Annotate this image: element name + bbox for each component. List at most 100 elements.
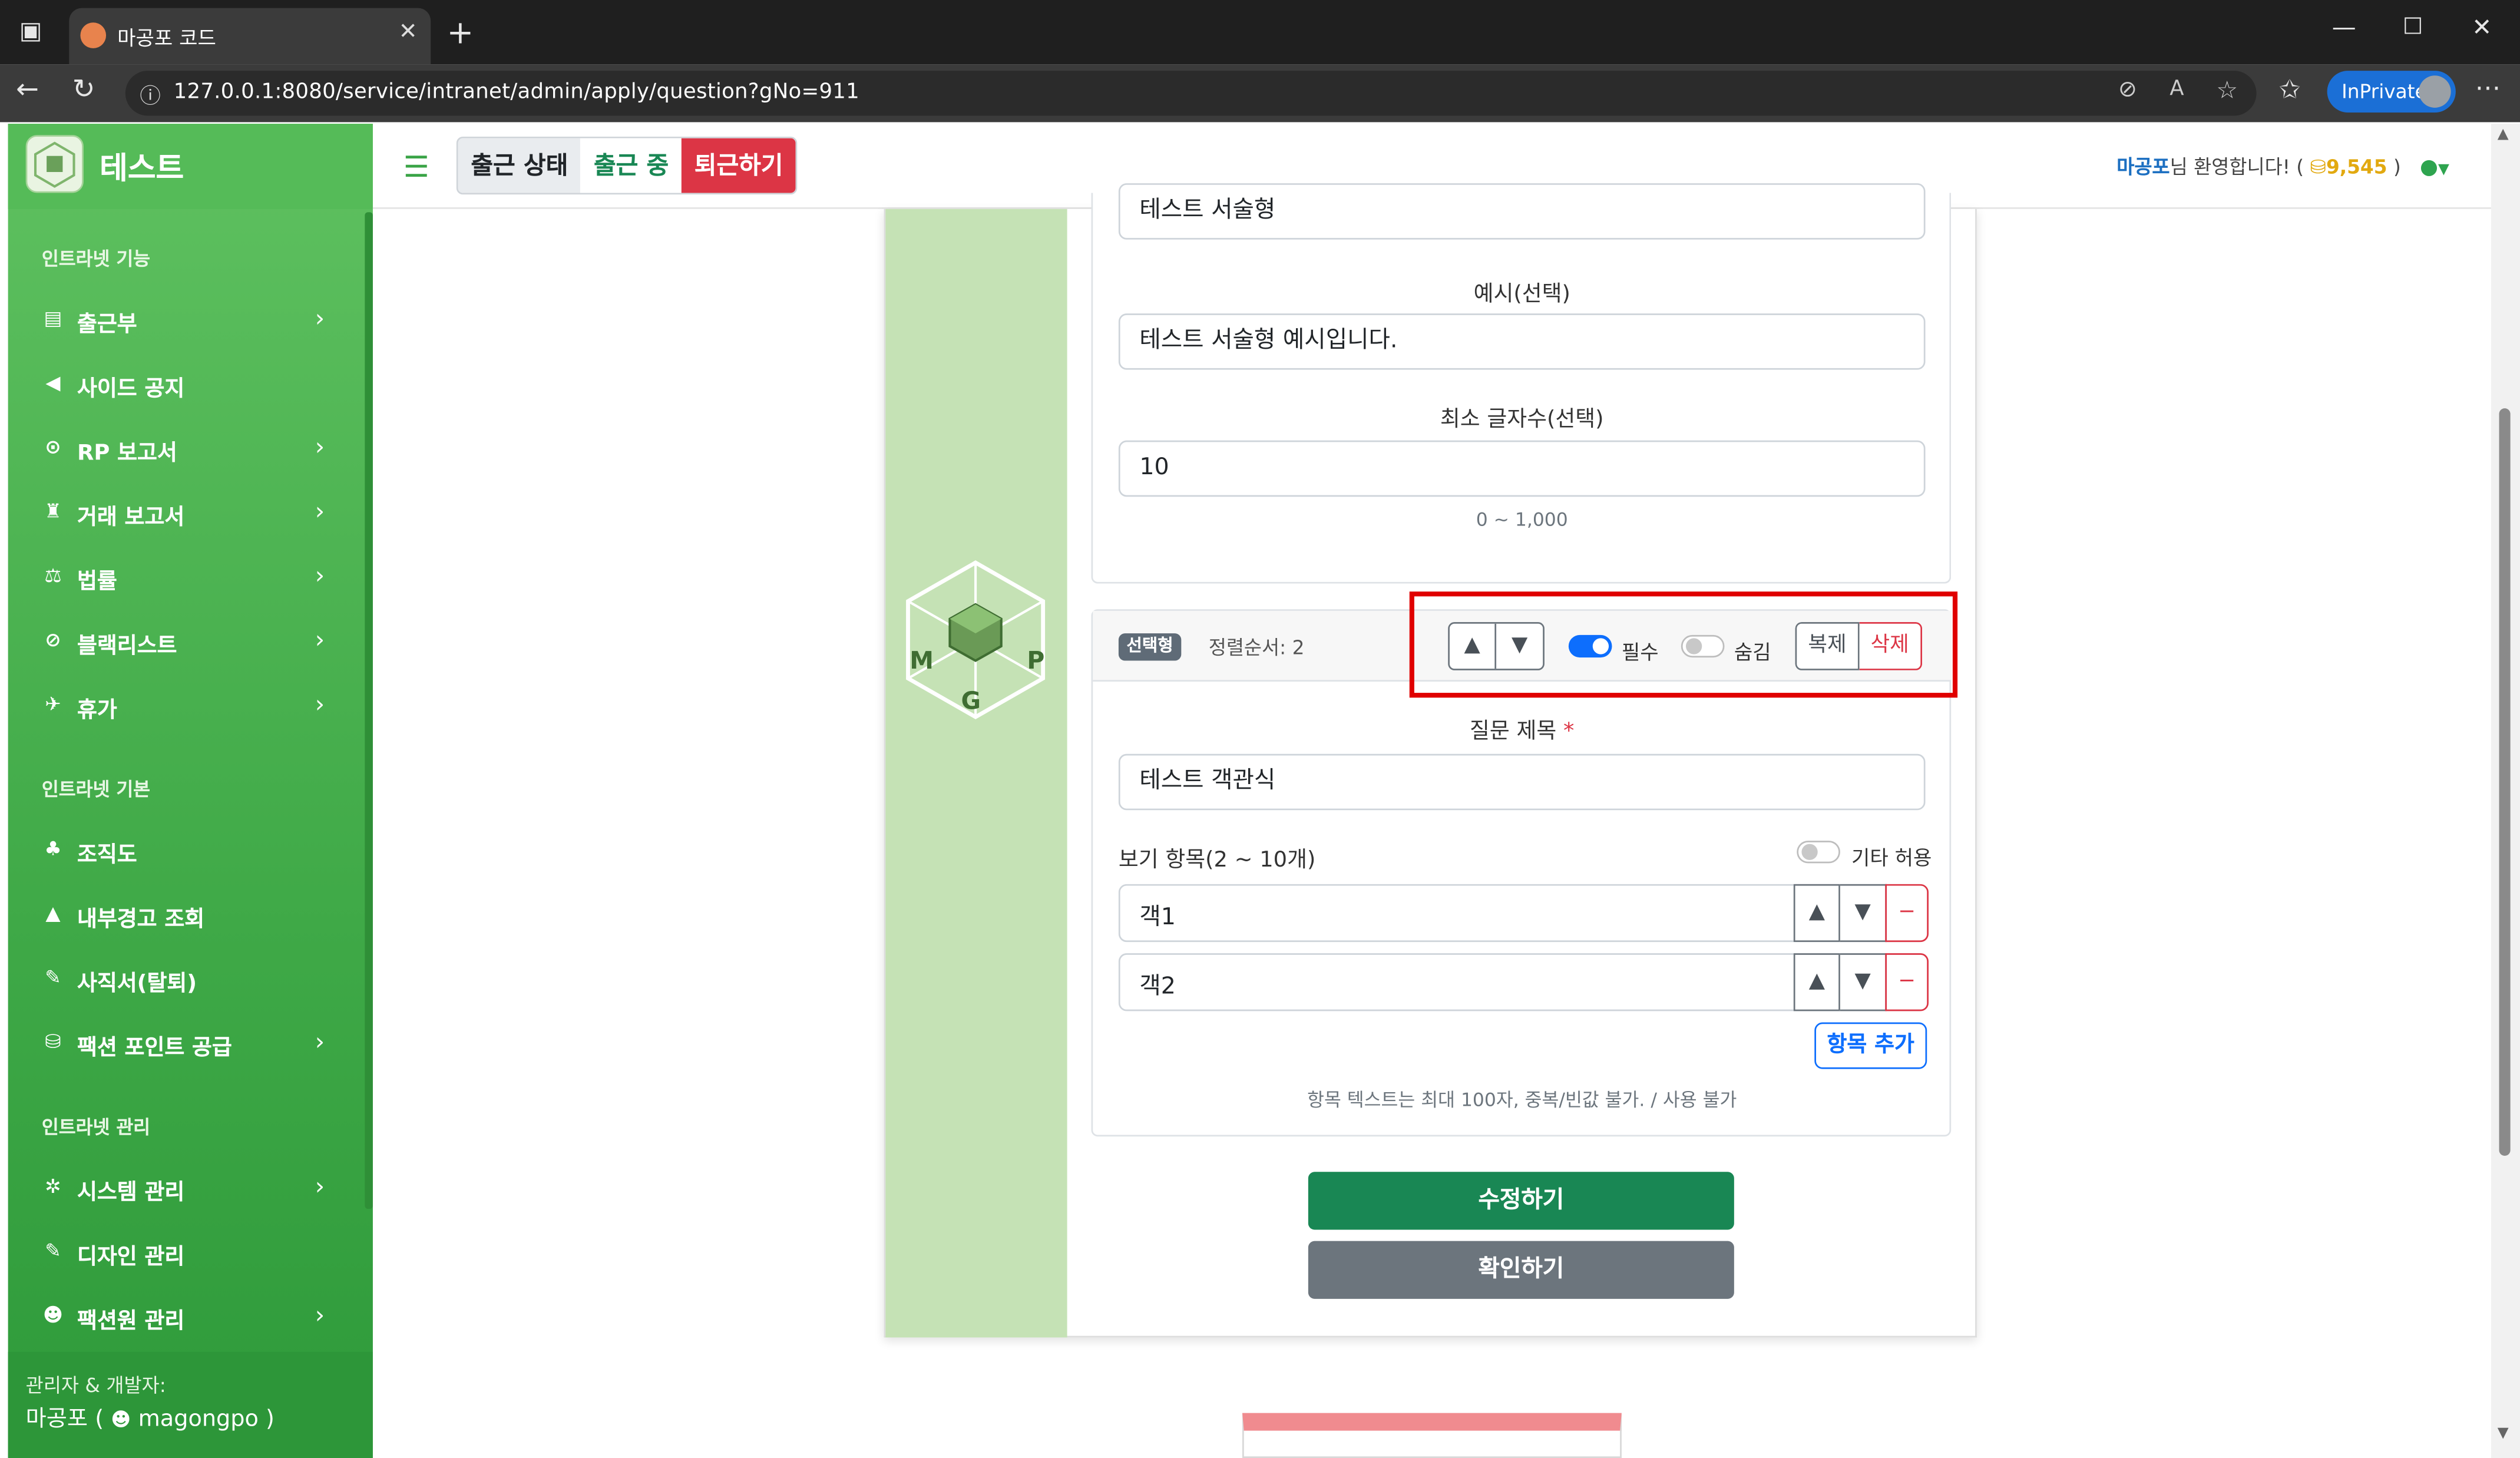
browser-tab[interactable]: 마공포 코드 ✕ (69, 8, 431, 65)
inprivate-badge[interactable]: InPrivate (2327, 71, 2456, 113)
discord-icon: ☻ (111, 1408, 131, 1431)
svg-text:P: P (1027, 646, 1044, 675)
brand-logo (25, 135, 84, 193)
reload-icon[interactable]: ↻ (72, 74, 95, 107)
toggle-icon: ⊙ (45, 435, 61, 458)
sidebar-item[interactable]: ✎ 사직서(탈퇴) (42, 958, 331, 1003)
footer-discord[interactable]: magongpo ) (138, 1407, 275, 1433)
option-text-1[interactable]: 객1 (1139, 898, 1176, 932)
sidebar-brand[interactable]: 테스트 (8, 124, 373, 209)
sidebar-item[interactable]: ♜ 거래 보고서 › (42, 492, 331, 537)
user-icon[interactable]: ● (2420, 156, 2438, 180)
tab-title: 마공포 코드 (117, 25, 216, 50)
option-2-remove-button[interactable]: − (1885, 953, 1929, 1011)
new-tab-icon[interactable]: + (447, 13, 474, 51)
chevron-right-icon: › (315, 689, 325, 719)
confirm-button[interactable]: 확인하기 (1308, 1241, 1734, 1299)
sidebar-item[interactable]: ◀ 사이드 공지 (42, 363, 331, 408)
brand-name: 테스트 (100, 151, 184, 187)
sidebar-item[interactable]: ⛁ 팩션 포인트 공급 › (42, 1023, 331, 1067)
sidebar-item-label: 내부경고 조회 (77, 907, 205, 933)
org-chart-icon: ♣ (44, 837, 62, 860)
brand-logo-icon (34, 141, 75, 188)
sidebar-item[interactable]: ▲ 내부경고 조회 (42, 894, 331, 938)
option-2-up-button[interactable]: ▲ (1793, 953, 1840, 1011)
book-icon: ▤ (44, 307, 62, 330)
chevron-right-icon: › (315, 561, 325, 590)
sidebar-item[interactable]: ✲ 시스템 관리 › (42, 1167, 331, 1212)
sidebar-item[interactable]: ▤ 출근부 › (42, 299, 331, 344)
sidebar-item-label: 조직도 (77, 842, 137, 868)
maximize-icon[interactable]: ☐ (2403, 15, 2423, 41)
bag-icon: ♜ (44, 500, 62, 523)
question-card: M G P 테스트 서술형 예시(선택) 테스트 서술형 예시입니다. 최소 글… (884, 183, 1977, 1338)
chevron-right-icon: › (315, 1300, 325, 1330)
menu-toggle-icon[interactable]: ☰ (404, 151, 429, 185)
sidebar-scrollbar[interactable] (365, 212, 373, 1209)
read-aloud-icon[interactable]: A (2170, 77, 2184, 101)
welcome-name[interactable]: 마공포 (2116, 156, 2170, 178)
back-icon[interactable]: ← (16, 74, 39, 107)
sidebar-item-label: 출근부 (77, 312, 137, 338)
option-2-down-button[interactable]: ▼ (1840, 953, 1887, 1011)
favorite-star-icon[interactable]: ☆ (2216, 75, 2238, 104)
highlight-box (1409, 591, 1958, 698)
edit-button[interactable]: 수정하기 (1308, 1172, 1734, 1230)
sidebar-item[interactable]: ⚖ 법률 › (42, 556, 331, 601)
browser-address-row: ← ↻ ⓘ 127.0.0.1:8080/service/intranet/ad… (0, 64, 2520, 123)
card-side-panel: M G P (885, 209, 1067, 1338)
min-chars-input[interactable]: 10 (1118, 440, 1926, 497)
coins-icon: ⛁ (45, 1030, 61, 1053)
chevron-right-icon: › (315, 303, 325, 333)
sidebar-item-label: 거래 보고서 (77, 504, 185, 531)
q2-title-label: 질문 제목 * (1093, 712, 1951, 745)
sidebar-item[interactable]: ⊙ RP 보고서 › (42, 428, 331, 472)
more-menu-icon[interactable]: ⋯ (2475, 72, 2501, 103)
option-text-2[interactable]: 객2 (1139, 968, 1176, 1001)
tab-actions-icon[interactable]: ▣ (19, 16, 42, 45)
sidebar-item-label: 시스템 관리 (77, 1179, 185, 1206)
options-label: 보기 항목(2 ~ 10개) (1118, 847, 1316, 873)
browser-tab-bar: ▣ 마공포 코드 ✕ + — ☐ ✕ (0, 0, 2520, 65)
main-content: M G P 테스트 서술형 예시(선택) 테스트 서술형 예시입니다. 최소 글… (372, 183, 2491, 1458)
sidebar-item[interactable]: ⊘ 블랙리스트 › (42, 620, 331, 665)
plane-icon: ✈ (45, 693, 61, 716)
option-1-up-button[interactable]: ▲ (1793, 884, 1840, 943)
next-section-preview (1242, 1413, 1622, 1458)
add-option-button[interactable]: 항목 추가 (1814, 1022, 1927, 1069)
brush-icon: ✎ (45, 1239, 61, 1262)
scroll-up-icon[interactable]: ▲ (2498, 127, 2509, 143)
tab-close-icon[interactable]: ✕ (399, 19, 418, 45)
chevron-right-icon: › (315, 1172, 325, 1201)
example-input[interactable]: 테스트 서술형 예시입니다. (1118, 313, 1926, 370)
section-title-basic: 인트라넷 기본 (41, 778, 151, 801)
window-close-icon[interactable]: ✕ (2472, 13, 2492, 42)
site-info-icon[interactable]: ⓘ (140, 79, 161, 110)
example-label: 예시(선택) (1473, 281, 1570, 308)
sidebar-item[interactable]: ✈ 휴가 › (42, 685, 331, 729)
users-gear-icon: ☻ (42, 1304, 64, 1327)
sidebar-item[interactable]: ☻ 팩션원 관리 › (42, 1295, 331, 1340)
user-dropdown-caret-icon[interactable]: ▼ (2438, 163, 2449, 178)
scroll-down-icon[interactable]: ▼ (2498, 1426, 2509, 1442)
option-1-down-button[interactable]: ▼ (1840, 884, 1887, 943)
q2-title-input[interactable]: 테스트 객관식 (1118, 753, 1926, 811)
other-allow-toggle[interactable] (1797, 841, 1840, 864)
minimize-icon[interactable]: — (2332, 13, 2356, 42)
favorites-icon[interactable]: ✩ (2279, 74, 2301, 105)
scrollbar-thumb[interactable] (2499, 408, 2511, 1156)
sidebar: 테스트 인트라넷 기능 ▤ 출근부 › ◀ 사이드 공지 ⊙ RP 보고서 › ♜ 거래 보고서 ›… (8, 124, 373, 1458)
megaphone-icon: ◀ (45, 371, 61, 394)
url-text: 127.0.0.1:8080/service/intranet/admin/ap… (173, 80, 860, 105)
attendance-status-label: 출근 상태 (458, 138, 581, 193)
sidebar-item[interactable]: ✎ 디자인 관리 (42, 1231, 331, 1276)
address-bar[interactable]: ⓘ 127.0.0.1:8080/service/intranet/admin/… (125, 71, 2257, 116)
page-scrollbar[interactable]: ▲ ▼ (2491, 124, 2520, 1458)
leave-button[interactable]: 퇴근하기 (681, 138, 796, 193)
coins-icon: ⛁ (2310, 156, 2326, 178)
question-type-badge: 선택형 (1118, 633, 1182, 661)
option-1-remove-button[interactable]: − (1885, 884, 1929, 943)
sidebar-item[interactable]: ♣ 조직도 (42, 829, 331, 874)
q1-title-input[interactable]: 테스트 서술형 (1118, 183, 1926, 240)
tracking-prevention-icon[interactable]: ⊘ (2118, 77, 2137, 103)
